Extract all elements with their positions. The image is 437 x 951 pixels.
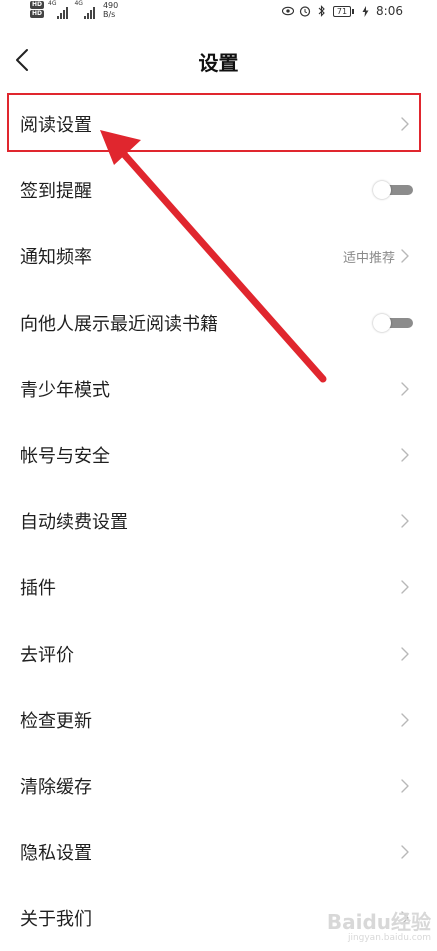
signal-bars-1-icon bbox=[57, 7, 69, 19]
toggle-switch[interactable] bbox=[373, 313, 413, 332]
chevron-right-icon bbox=[400, 116, 410, 132]
eye-icon bbox=[281, 5, 294, 17]
charging-icon bbox=[359, 5, 371, 17]
settings-row[interactable]: 青少年模式 bbox=[0, 356, 437, 422]
settings-row[interactable]: 帐号与安全 bbox=[0, 422, 437, 488]
chevron-right-icon bbox=[400, 248, 410, 264]
chevron-right-icon bbox=[400, 712, 410, 728]
status-time: 8:06 bbox=[376, 4, 403, 18]
chevron-right-icon bbox=[400, 778, 410, 794]
page-title: 设置 bbox=[198, 51, 239, 75]
settings-row[interactable]: 插件 bbox=[0, 554, 437, 620]
settings-row[interactable]: 阅读设置 bbox=[0, 91, 437, 157]
navigation-bar: 设置 bbox=[0, 35, 437, 85]
toggle-switch[interactable] bbox=[373, 181, 413, 200]
settings-row-value: 适中推荐 bbox=[342, 250, 395, 266]
settings-row-label: 向他人展示最近阅读书籍 bbox=[20, 313, 218, 335]
settings-row-label: 阅读设置 bbox=[20, 115, 92, 137]
settings-row-label: 关于我们 bbox=[20, 909, 92, 931]
watermark-url: jingyan.baidu.com bbox=[347, 933, 431, 943]
battery-level: 71 bbox=[332, 5, 352, 17]
alarm-icon bbox=[299, 5, 311, 17]
status-left: HD HD 4G 4G 490 B/s bbox=[30, 1, 118, 19]
settings-row-label: 清除缓存 bbox=[20, 776, 92, 798]
hd-badges: HD HD bbox=[30, 1, 45, 18]
battery-icon: 71 bbox=[332, 5, 355, 17]
settings-row-label: 帐号与安全 bbox=[20, 446, 110, 468]
settings-row[interactable]: 去评价 bbox=[0, 621, 437, 687]
settings-row-label: 检查更新 bbox=[20, 710, 92, 732]
hd-badge-2: HD bbox=[30, 10, 45, 18]
status-right: 71 8:06 bbox=[281, 4, 403, 18]
chevron-right-icon bbox=[400, 646, 410, 662]
network-speed-unit: B/s bbox=[102, 10, 116, 19]
settings-row-label: 通知频率 bbox=[20, 247, 92, 269]
status-bar: HD HD 4G 4G 490 B/s 71 8:06 bbox=[0, 0, 437, 24]
network-speed-value: 490 bbox=[102, 1, 119, 10]
signal-label-1: 4G bbox=[48, 0, 57, 7]
settings-row[interactable]: 检查更新 bbox=[0, 687, 437, 753]
toggle-knob bbox=[373, 313, 391, 332]
chevron-right-icon bbox=[400, 579, 410, 595]
signal-group: 4G 4G bbox=[48, 1, 101, 19]
settings-row[interactable]: 自动续费设置 bbox=[0, 488, 437, 554]
chevron-right-icon bbox=[400, 844, 410, 860]
chevron-right-icon bbox=[400, 513, 410, 529]
network-speed: 490 B/s bbox=[103, 1, 118, 19]
settings-row[interactable]: 清除缓存 bbox=[0, 753, 437, 819]
settings-row[interactable]: 隐私设置 bbox=[0, 819, 437, 885]
settings-row-label: 签到提醒 bbox=[20, 181, 92, 203]
settings-row[interactable]: 通知频率 适中推荐 bbox=[0, 223, 437, 289]
toggle-knob bbox=[373, 181, 391, 200]
watermark-logo: Baidu经验 bbox=[326, 910, 431, 934]
settings-row-label: 插件 bbox=[20, 578, 56, 600]
settings-row-label: 青少年模式 bbox=[20, 379, 110, 401]
settings-list: 阅读设置签到提醒通知频率 适中推荐向他人展示最近阅读书籍 青少年模式帐号与安全自动续… bbox=[0, 91, 437, 951]
settings-row-label: 去评价 bbox=[20, 644, 74, 666]
settings-row-label: 自动续费设置 bbox=[20, 512, 128, 534]
chevron-right-icon bbox=[400, 447, 410, 463]
hd-badge-1: HD bbox=[30, 1, 45, 9]
signal-bars-2-icon bbox=[83, 7, 95, 19]
bluetooth-icon bbox=[316, 5, 328, 17]
watermark: Baidu经验 jingyan.baidu.com bbox=[327, 906, 431, 943]
settings-row[interactable]: 向他人展示最近阅读书籍 bbox=[0, 290, 437, 356]
settings-row-label: 隐私设置 bbox=[20, 843, 92, 865]
chevron-right-icon bbox=[400, 381, 410, 397]
settings-row[interactable]: 签到提醒 bbox=[0, 157, 437, 223]
signal-label-2: 4G bbox=[74, 0, 83, 7]
